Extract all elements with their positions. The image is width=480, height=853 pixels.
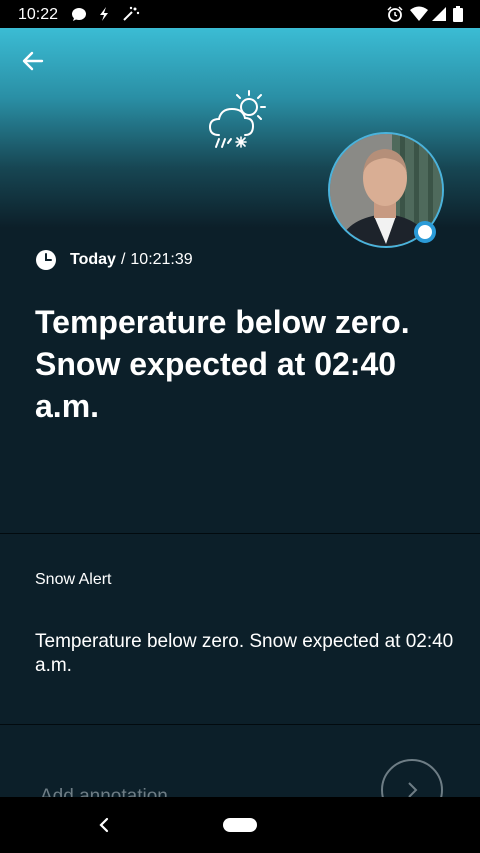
divider xyxy=(0,533,480,534)
wifi-icon xyxy=(410,6,428,21)
alert-time: 10:21:39 xyxy=(130,251,193,268)
battery-icon xyxy=(453,6,463,22)
signal-icon xyxy=(432,7,446,21)
online-status-dot xyxy=(414,221,436,243)
message-icon xyxy=(72,8,86,21)
date-separator: / xyxy=(120,251,126,268)
arrow-left-icon[interactable] xyxy=(20,48,46,74)
alert-title: Temperature below zero. Snow expected at… xyxy=(35,304,410,424)
nav-home-button[interactable] xyxy=(223,818,257,832)
alert-description: Temperature below zero. Snow expected at… xyxy=(35,631,454,676)
clock-icon xyxy=(36,250,56,270)
divider xyxy=(0,724,480,725)
snow-cloud-sun-icon xyxy=(208,90,266,148)
alert-timestamp: Today / 10:21:39 xyxy=(35,248,193,272)
flash-icon xyxy=(100,7,108,21)
alarm-icon xyxy=(387,6,403,22)
status-time: 10:22 xyxy=(18,6,59,23)
alert-name: Snow Alert xyxy=(35,571,112,588)
nav-back-icon[interactable] xyxy=(95,816,113,834)
date-label: Today xyxy=(70,251,116,268)
status-bar: 10:22 xyxy=(0,0,480,28)
magic-wand-icon xyxy=(123,6,140,21)
